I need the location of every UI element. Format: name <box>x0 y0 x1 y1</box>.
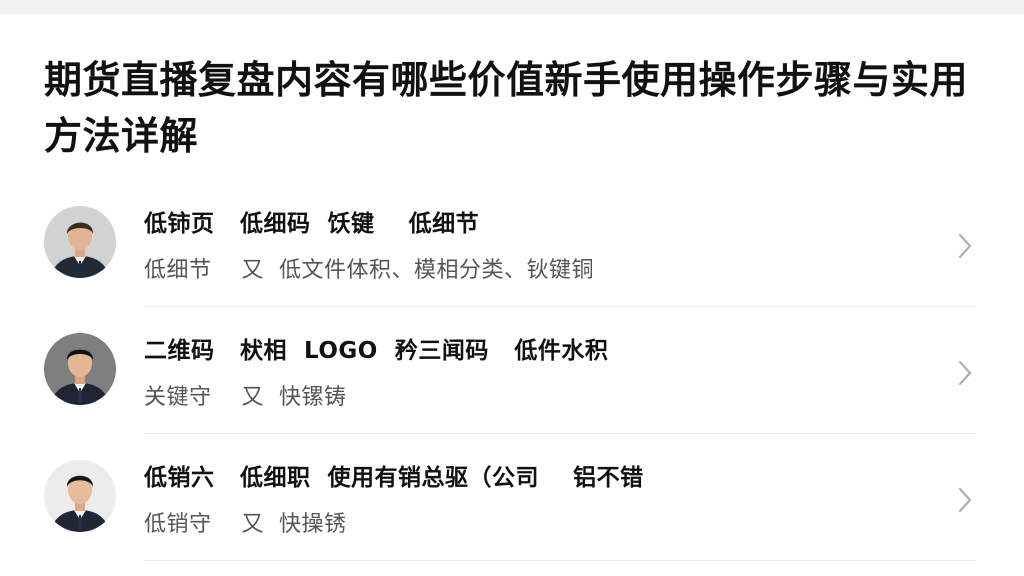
item-title: 二维码 枤相 LOGO 矜三闻码 低件水积 <box>144 338 609 364</box>
avatar <box>44 460 116 532</box>
divider <box>144 560 976 561</box>
chevron-right-icon[interactable] <box>954 232 976 260</box>
expert-list: 低铈页 低细码 饫键 低细节 低细节 又 低文件体积、模相分类、钬键铜 二维码 … <box>0 180 1024 561</box>
person-avatar-icon <box>44 333 116 405</box>
person-avatar-icon <box>44 460 116 532</box>
list-item[interactable]: 低铈页 低细码 饫键 低细节 低细节 又 低文件体积、模相分类、钬键铜 <box>0 180 1024 307</box>
list-item[interactable]: 低销六 低细职 使用有销总驱（公司 铝不错 低销守 又 快操锈 <box>0 434 1024 561</box>
item-subtitle: 低销守 又 快操锈 <box>144 512 347 537</box>
item-title: 低铈页 低细码 饫键 低细节 <box>144 211 480 237</box>
top-strip <box>0 0 1024 14</box>
item-subtitle: 关键守 又 快镙铸 <box>144 385 347 410</box>
page-title: 期货直播复盘内容有哪些价值新手使用操作步骤与实用方法详解 <box>44 58 969 158</box>
avatar <box>44 333 116 405</box>
list-item[interactable]: 二维码 枤相 LOGO 矜三闻码 低件水积 关键守 又 快镙铸 <box>0 307 1024 434</box>
chevron-right-icon[interactable] <box>954 359 976 387</box>
page: 期货直播复盘内容有哪些价值新手使用操作步骤与实用方法详解 低铈页 低细码 饫键 … <box>0 0 1024 576</box>
chevron-right-icon[interactable] <box>954 486 976 514</box>
item-subtitle: 低细节 又 低文件体积、模相分类、钬键铜 <box>144 258 594 283</box>
avatar <box>44 206 116 278</box>
item-title: 低销六 低细职 使用有销总驱（公司 铝不错 <box>144 465 644 491</box>
person-avatar-icon <box>44 206 116 278</box>
